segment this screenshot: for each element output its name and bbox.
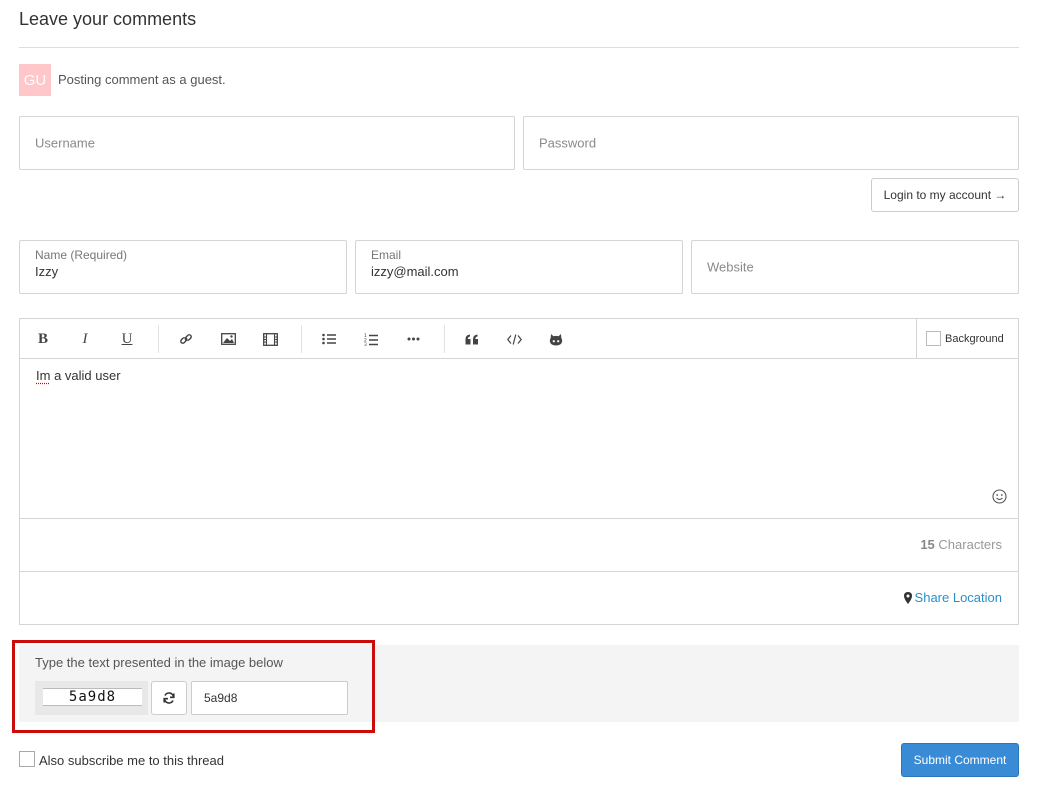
comment-editor[interactable]: B I U 123 Background Im a valid user 15 … [19,318,1019,625]
refresh-icon [163,692,175,704]
share-location-label: Share Location [914,590,1002,605]
bold-button[interactable]: B [30,327,56,351]
username-field[interactable]: Username [19,116,515,170]
background-option: Background [916,319,1018,359]
smiley-icon[interactable] [992,489,1007,504]
comment-text[interactable]: Im a valid user [36,368,121,383]
website-placeholder: Website [707,259,754,275]
comment-text-rest: a valid user [50,368,121,383]
username-placeholder: Username [35,135,95,151]
captcha-image: 5a9d8 [35,681,148,715]
location-row: Share Location [20,572,1018,624]
captcha-input-value: 5a9d8 [204,691,238,705]
character-count-label: Characters [934,537,1002,552]
map-marker-icon [903,591,912,604]
captcha-image-text: 5a9d8 [43,688,142,706]
email-field[interactable]: Email izzy@mail.com [355,240,683,294]
svg-text:3: 3 [364,342,367,346]
password-field[interactable]: Password [523,116,1019,170]
password-placeholder: Password [539,135,597,151]
more-icon[interactable] [400,327,426,351]
website-field[interactable]: Website [691,240,1019,294]
misspelled-word: Im [36,368,51,383]
link-icon[interactable] [173,327,199,351]
login-button[interactable]: Login to my account → [871,178,1019,212]
email-field-label: Email [371,248,402,262]
captcha-prompt: Type the text presented in the image bel… [35,655,283,670]
share-location-link[interactable]: Share Location [903,590,1002,605]
captcha-input[interactable]: 5a9d8 [191,681,348,715]
bullet-list-icon[interactable] [316,327,342,351]
name-field[interactable]: Name (Required) Izzy [19,240,347,294]
quote-icon[interactable] [459,327,485,351]
video-icon[interactable] [257,327,283,351]
submit-comment-button[interactable]: Submit Comment [901,743,1019,777]
toolbar-divider [301,325,302,353]
background-label: Background [945,333,1004,345]
numbered-list-icon[interactable]: 123 [358,327,384,351]
underline-button[interactable]: U [114,327,140,351]
italic-button[interactable]: I [72,327,98,351]
character-count: 15 Characters [920,537,1002,552]
github-icon[interactable] [543,327,569,351]
toolbar-divider [444,325,445,353]
toolbar-divider [158,325,159,353]
background-checkbox[interactable] [926,331,941,346]
email-field-value: izzy@mail.com [371,264,459,279]
name-field-value: Izzy [35,264,59,279]
subscribe-label: Also subscribe me to this thread [39,753,224,768]
avatar: GU [19,64,51,96]
image-icon[interactable] [215,327,241,351]
captcha-refresh-button[interactable] [151,681,187,715]
subscribe-checkbox[interactable] [19,751,35,767]
code-icon[interactable] [501,327,527,351]
editor-toolbar: B I U 123 Background [20,319,1018,359]
guest-note: Posting comment as a guest. [58,72,226,87]
character-count-value: 15 [920,537,935,552]
title-divider [19,47,1019,48]
page-title: Leave your comments [19,9,197,29]
character-count-row: 15 Characters [20,518,1018,572]
name-field-label: Name (Required) [35,248,128,262]
